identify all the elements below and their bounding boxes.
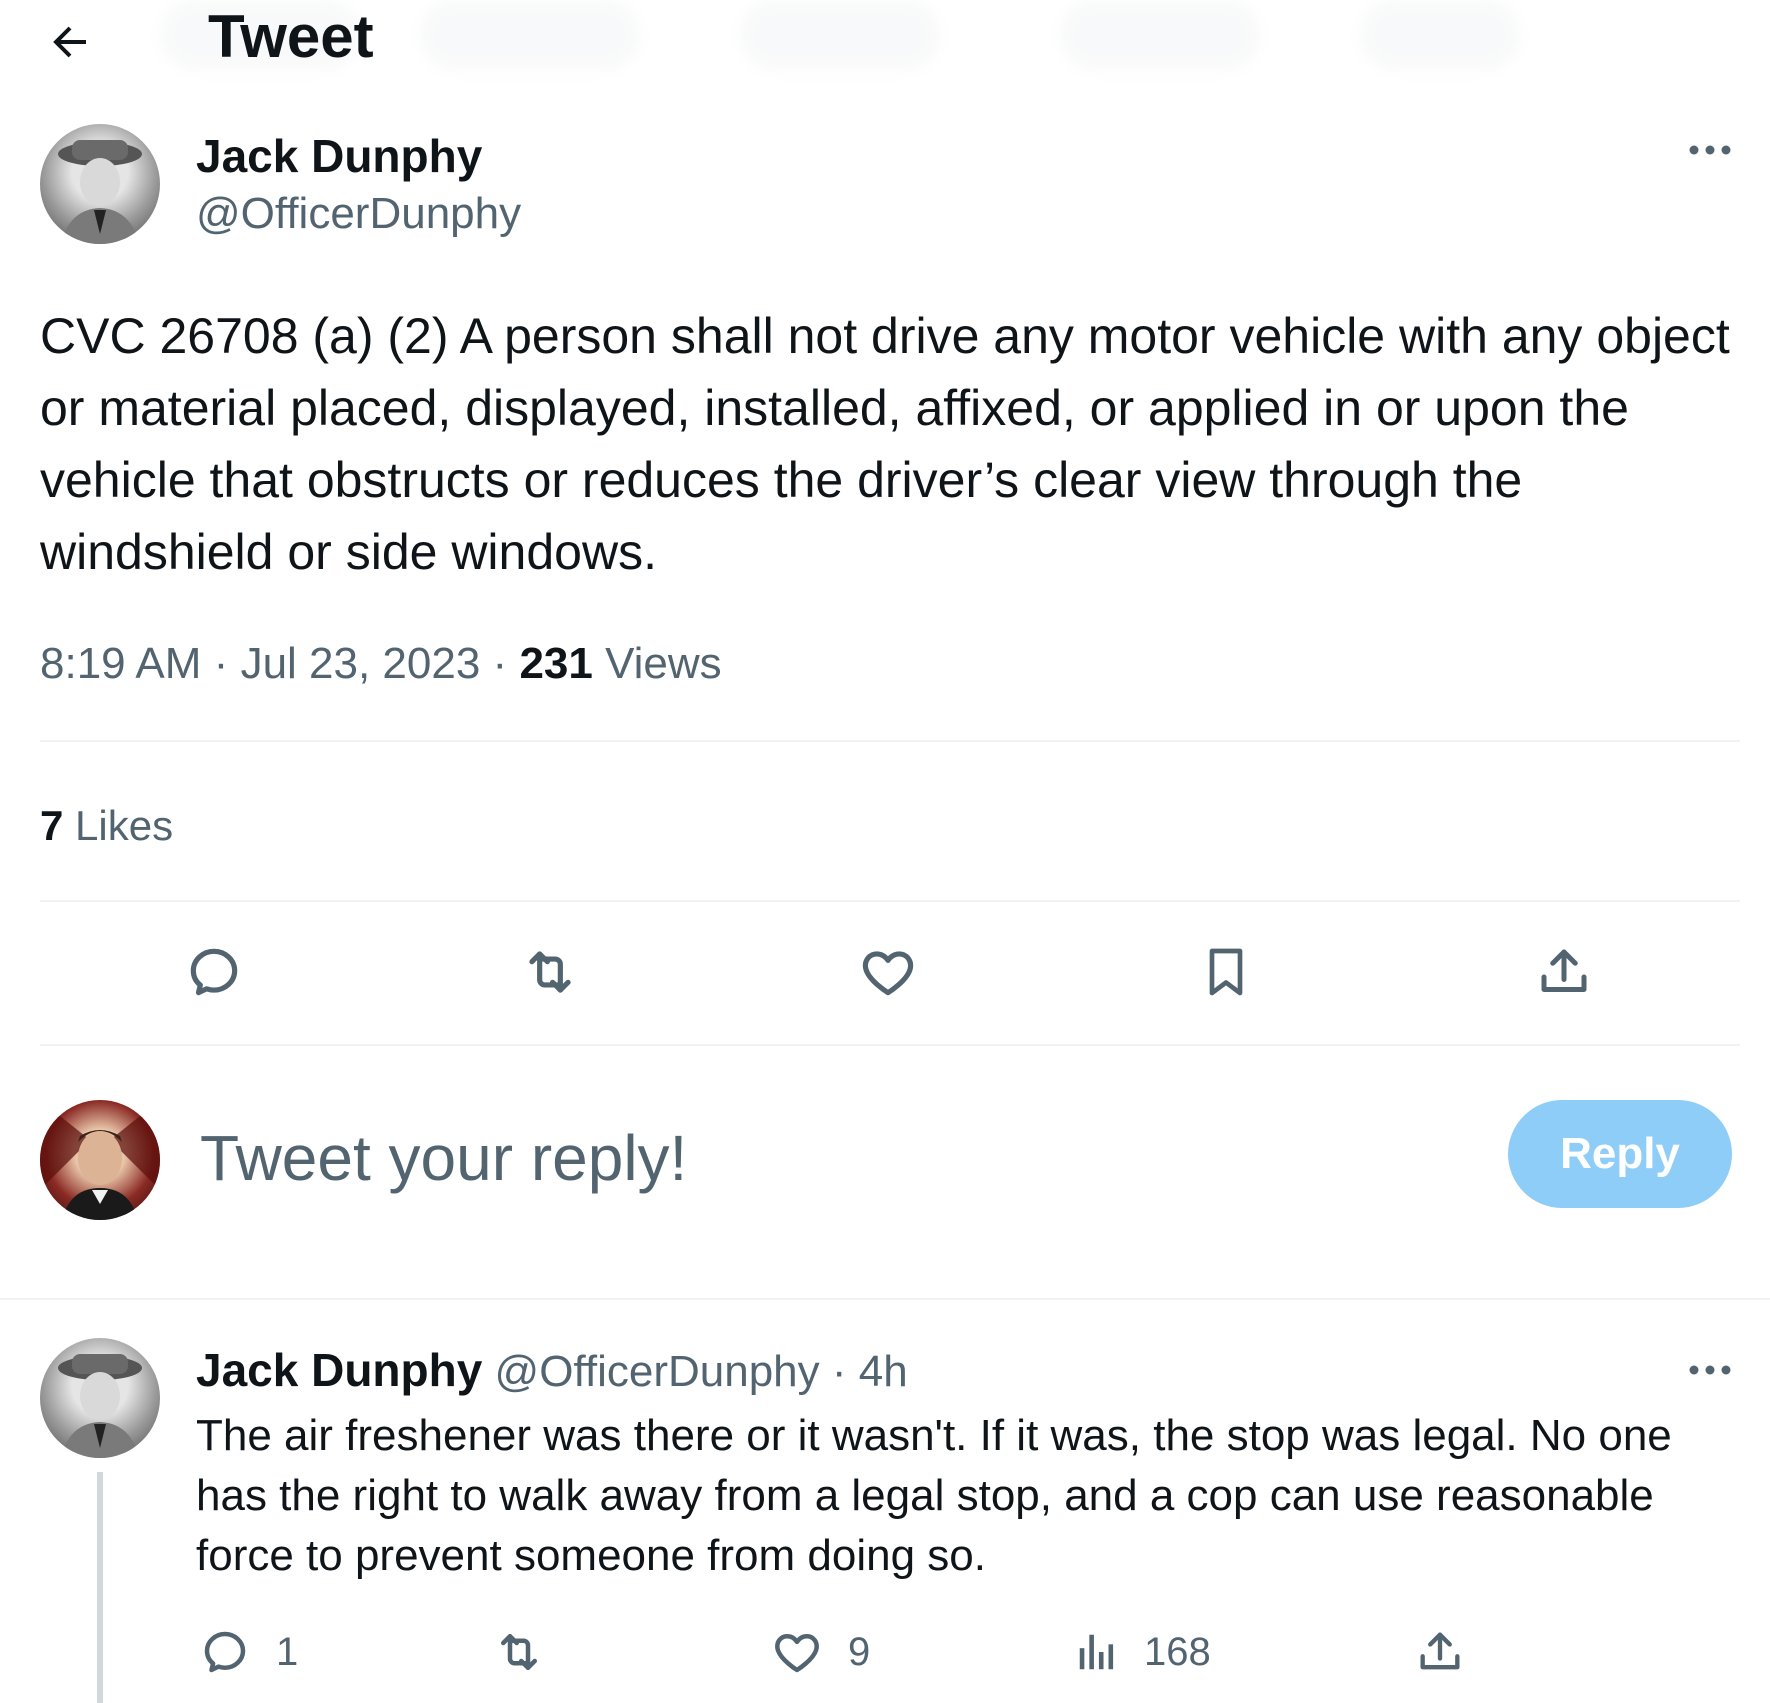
divider <box>40 740 1740 742</box>
reply-header: Jack Dunphy @OfficerDunphy · 4h <box>196 1342 908 1400</box>
top-header: Tweet <box>0 0 1770 80</box>
current-user-avatar[interactable] <box>40 1100 160 1220</box>
bookmark-icon <box>1209 948 1243 996</box>
bar-chart-icon <box>1079 1634 1114 1670</box>
section-separator <box>0 1298 1770 1300</box>
reply-text: The air freshener was there or it wasn't… <box>196 1411 1672 1580</box>
retweet-action-button[interactable] <box>510 932 590 1012</box>
share-upload-icon <box>1541 949 1587 992</box>
more-horizontal-icon <box>1689 145 1731 155</box>
more-horizontal-icon <box>1689 1365 1731 1375</box>
speech-bubble-icon <box>204 1631 246 1673</box>
likes-link[interactable]: 7 Likes <box>40 798 173 854</box>
reply-compose-input[interactable] <box>200 1118 1450 1198</box>
reply-action-button[interactable] <box>174 932 254 1012</box>
reply-reply-button[interactable]: 1 <box>198 1620 298 1684</box>
reply-share-button[interactable] <box>1414 1620 1466 1684</box>
avatar-portrait <box>40 1100 160 1220</box>
speech-bubble-icon <box>190 948 238 996</box>
page-title: Tweet <box>208 3 374 70</box>
header-blur-decoration <box>1360 0 1520 70</box>
header-blur-decoration <box>1060 0 1260 70</box>
meta-separator: · <box>831 1347 847 1396</box>
avatar-portrait <box>58 140 142 244</box>
retweet-icon <box>529 951 571 993</box>
reply-retweet-button[interactable] <box>490 1620 548 1684</box>
author-name[interactable]: Jack Dunphy <box>196 128 482 184</box>
thread-connector-line <box>97 1472 103 1703</box>
header-blur-decoration <box>740 0 940 70</box>
tweet-text: CVC 26708 (a) (2) A person shall not dri… <box>40 308 1730 580</box>
like-count: 9 <box>848 1629 871 1674</box>
header-blur-decoration <box>420 0 640 70</box>
tweet-meta: 8:19 AM · Jul 23, 2023 · 231 Views <box>40 636 722 692</box>
reply-age[interactable]: 4h <box>859 1347 908 1396</box>
more-options-button[interactable] <box>1680 130 1740 170</box>
heart-icon <box>775 1634 819 1673</box>
arrow-left-icon <box>53 26 86 58</box>
meta-separator: · <box>213 639 229 688</box>
meta-separator: · <box>492 639 508 688</box>
likes-count: 7 <box>40 802 64 849</box>
reply-count: 1 <box>276 1629 299 1674</box>
share-action-button[interactable] <box>1524 932 1604 1012</box>
divider <box>40 900 1740 902</box>
reply-views-button[interactable]: 168 <box>1074 1620 1211 1684</box>
tweet-date[interactable]: Jul 23, 2023 <box>241 639 481 688</box>
views-label: Views <box>605 639 722 688</box>
reply-like-button[interactable]: 9 <box>770 1620 870 1684</box>
like-action-button[interactable] <box>848 932 928 1012</box>
retweet-icon <box>501 1634 537 1670</box>
reply-author-avatar[interactable] <box>40 1338 160 1458</box>
back-button[interactable] <box>38 10 102 74</box>
likes-label: Likes <box>75 802 174 849</box>
views-count: 231 <box>519 639 593 688</box>
heart-icon <box>862 951 914 996</box>
tweet-time[interactable]: 8:19 AM <box>40 639 201 688</box>
reply-author-handle[interactable]: @OfficerDunphy <box>495 1347 820 1396</box>
reply-author-name[interactable]: Jack Dunphy <box>196 1344 482 1396</box>
views-count: 168 <box>1144 1629 1211 1674</box>
author-handle[interactable]: @OfficerDunphy <box>196 187 521 241</box>
author-avatar[interactable] <box>40 124 160 244</box>
bookmark-action-button[interactable] <box>1186 932 1266 1012</box>
avatar-portrait <box>58 1354 142 1458</box>
reply-submit-button[interactable]: Reply <box>1508 1100 1732 1208</box>
reply-more-options-button[interactable] <box>1680 1350 1740 1390</box>
share-upload-icon <box>1420 1632 1460 1670</box>
divider <box>40 1044 1740 1046</box>
